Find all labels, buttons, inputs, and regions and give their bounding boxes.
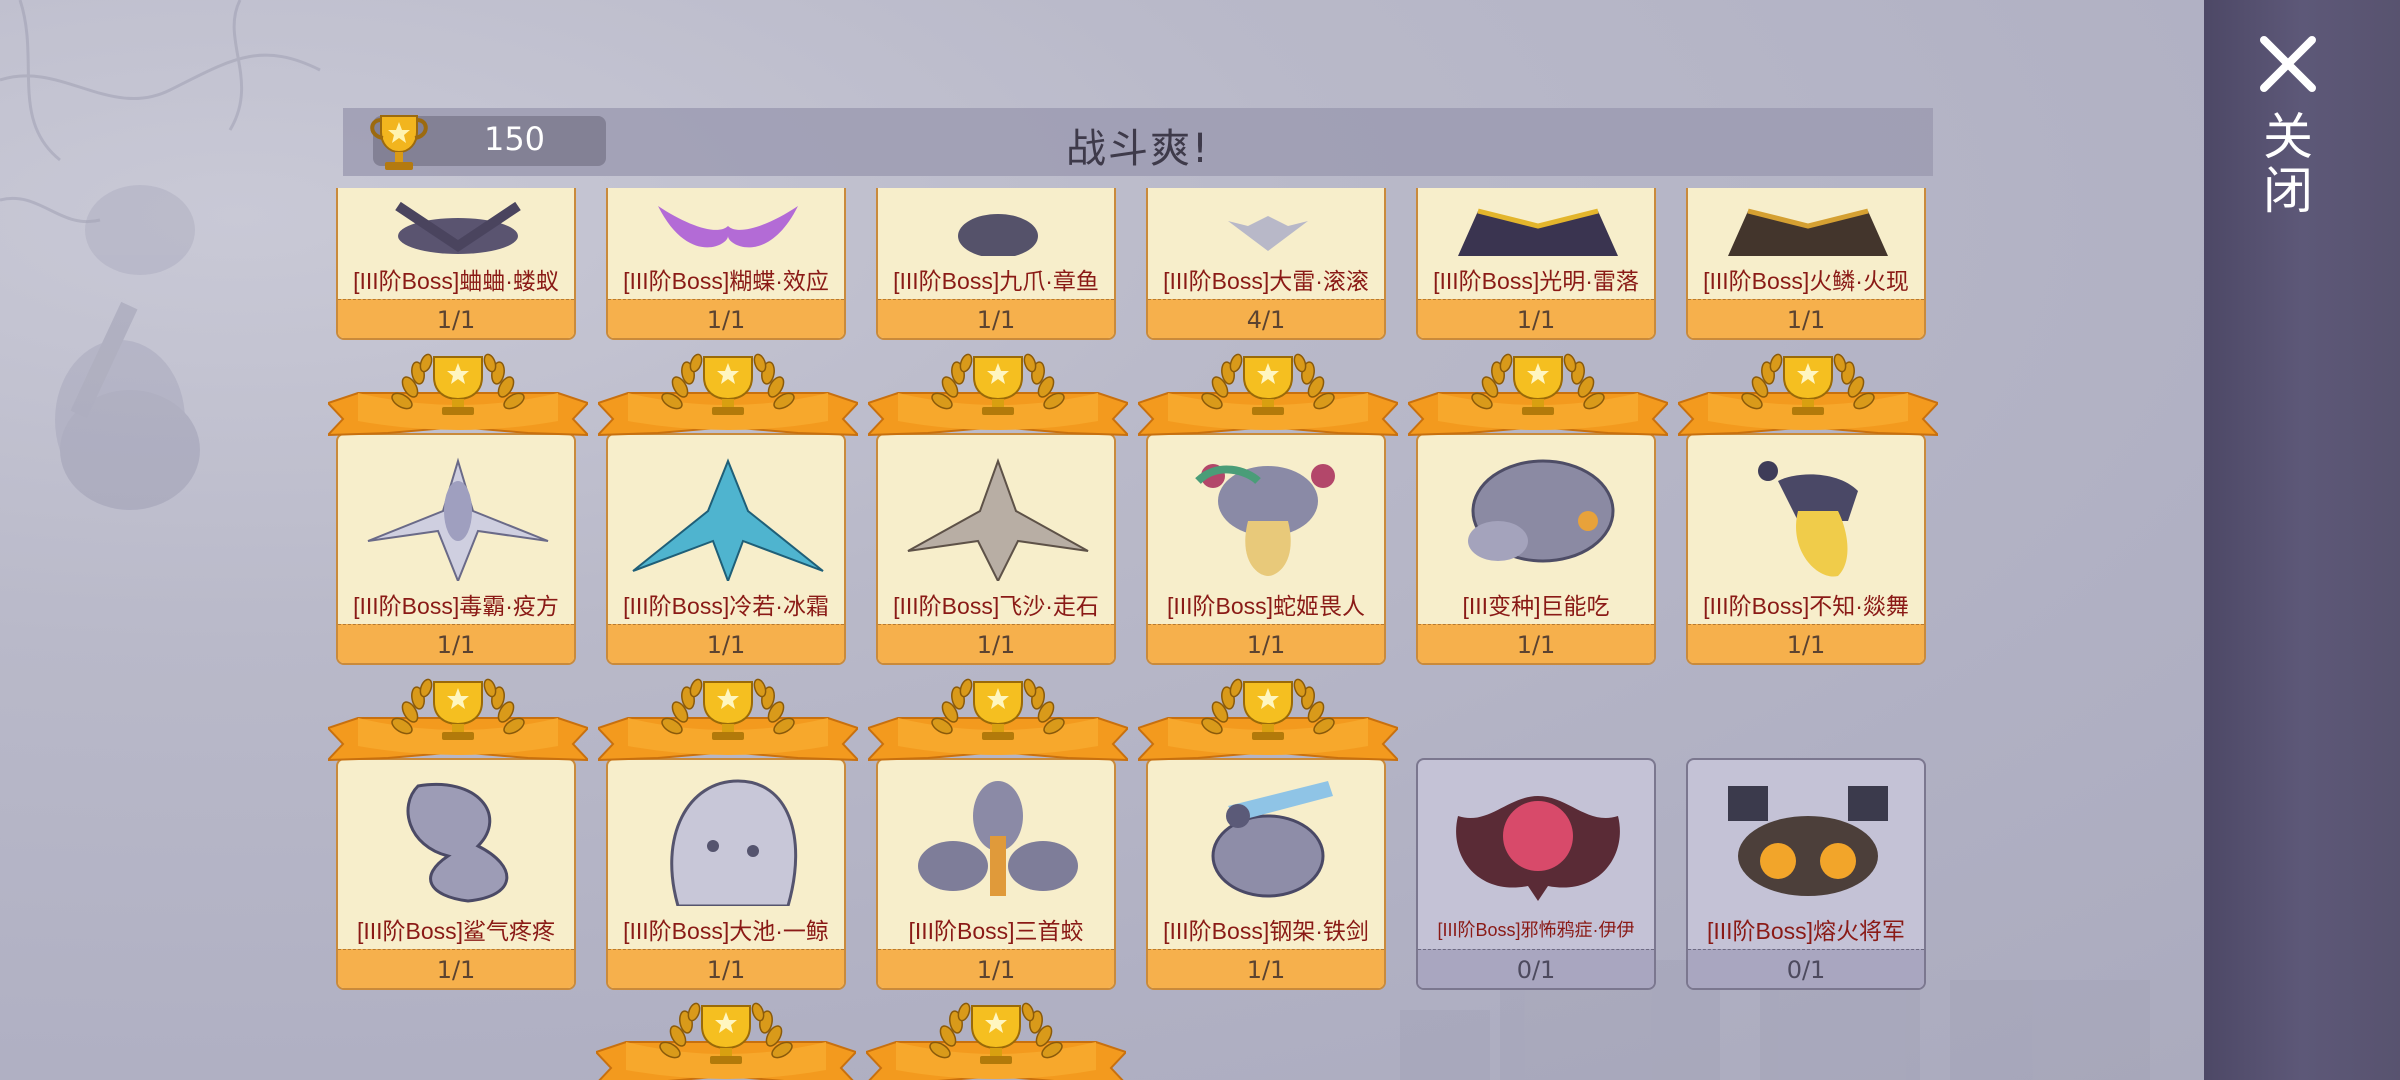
boss-portrait [918, 781, 1078, 896]
boss-portrait [367, 457, 549, 581]
boss-portrait [395, 201, 521, 254]
laurel-trophy-icon [866, 996, 1126, 1080]
achievement-card[interactable]: [III阶Boss]鲨气疼疼 1/1 [336, 758, 576, 990]
achievement-card-locked[interactable]: [III阶Boss]熔火将军 0/1 [1686, 758, 1926, 990]
boss-portrait [1195, 464, 1335, 576]
boss-portrait [958, 214, 1038, 256]
achievement-card[interactable]: [III阶Boss]冷若·冰霜 1/1 [606, 433, 846, 665]
close-icon[interactable] [2258, 34, 2318, 94]
laurel-trophy-icon [1138, 347, 1398, 443]
laurel-trophy-icon [1138, 672, 1398, 768]
laurel-trophy-icon [868, 347, 1128, 443]
achievement-card[interactable]: [III阶Boss]蛐蛐·蝼蚁 1/1 [336, 188, 576, 340]
page-title: 战斗爽! [1065, 126, 1211, 172]
boss-portrait [1228, 216, 1308, 251]
achievement-card[interactable]: [III阶Boss]大池·一鲸 1/1 [606, 758, 846, 990]
achievement-card[interactable]: [III阶Boss]九爪·章鱼 1/1 [876, 188, 1116, 340]
boss-portrait [1456, 796, 1620, 901]
boss-portrait [1728, 786, 1888, 896]
achievement-card[interactable]: [III阶Boss]不知·燚舞 1/1 [1686, 433, 1926, 665]
header-bar: 150 战斗爽! [343, 108, 1933, 176]
achievement-card[interactable]: [III变种]巨能吃 1/1 [1416, 433, 1656, 665]
boss-portrait [670, 779, 798, 906]
achievement-grid[interactable]: [III阶Boss]蛐蛐·蝼蚁 1/1 [III阶Boss]糊蝶·效应 1/1 … [320, 188, 1960, 1080]
boss-portrait [658, 206, 798, 248]
boss-portrait [1728, 208, 1888, 256]
laurel-trophy-icon [596, 996, 856, 1080]
achievement-card[interactable]: [III阶Boss]大雷·滚滚 4/1 [1146, 188, 1386, 340]
laurel-trophy-icon [598, 672, 858, 768]
achievement-card[interactable]: [III阶Boss]飞沙·走石 1/1 [876, 433, 1116, 665]
boss-portrait [1758, 461, 1858, 577]
achievement-card[interactable]: [III阶Boss]毒霸·疫方 1/1 [336, 433, 576, 665]
achievement-card[interactable]: [III阶Boss]糊蝶·效应 1/1 [606, 188, 846, 340]
achievement-card[interactable]: [III阶Boss]蛇姬畏人 1/1 [1146, 433, 1386, 665]
boss-portrait [1211, 781, 1333, 898]
achievement-card-locked[interactable]: [III阶Boss]邪怖鸦症·伊伊 0/1 [1416, 758, 1656, 990]
close-button[interactable]: 关闭 [2255, 110, 2320, 218]
laurel-trophy-icon [868, 672, 1128, 768]
boss-portrait [632, 458, 824, 581]
boss-portrait [907, 458, 1089, 581]
laurel-trophy-icon [328, 347, 588, 443]
close-panel[interactable]: 关闭 [2204, 0, 2400, 1080]
laurel-trophy-icon [1678, 347, 1938, 443]
boss-portrait [406, 783, 509, 903]
achievement-card[interactable]: [III阶Boss]三首蛟 1/1 [876, 758, 1116, 990]
achievement-card[interactable]: [III阶Boss]火鳞·火现 1/1 [1686, 188, 1926, 340]
achievement-card[interactable]: [III阶Boss]光明·雷落 1/1 [1416, 188, 1656, 340]
laurel-trophy-icon [1408, 347, 1668, 443]
boss-portrait [1458, 208, 1618, 256]
boss-portrait [1468, 459, 1615, 563]
achievement-card[interactable]: [III阶Boss]钢架·铁剑 1/1 [1146, 758, 1386, 990]
laurel-trophy-icon [328, 672, 588, 768]
laurel-trophy-icon [598, 347, 858, 443]
